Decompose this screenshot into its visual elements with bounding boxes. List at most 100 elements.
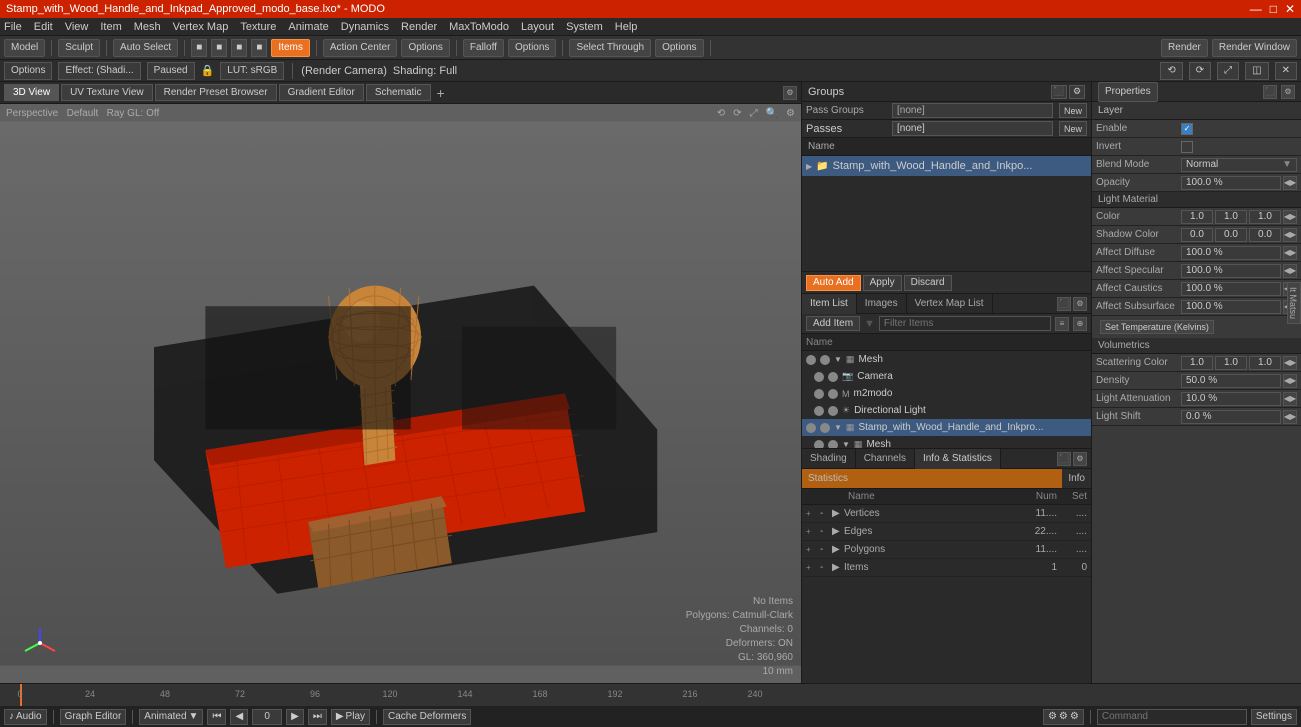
tab-images[interactable]: Images: [857, 294, 907, 314]
scene-filter-btn2[interactable]: ⊕: [1073, 317, 1087, 331]
density-adjust-btn[interactable]: ◀▶: [1283, 374, 1297, 388]
props-tab[interactable]: Properties: [1098, 82, 1158, 102]
tab-add-btn[interactable]: +: [433, 85, 449, 101]
menu-vertex-map[interactable]: Vertex Map: [173, 21, 229, 33]
blend-mode-dropdown[interactable]: Normal ▼: [1181, 158, 1297, 172]
options3-btn[interactable]: Options: [655, 39, 703, 57]
timeline-track[interactable]: 0 24 48 72 96 120 144 168 192 216 240: [0, 684, 1301, 706]
mode-model-btn[interactable]: Model: [4, 39, 45, 57]
shadow-g[interactable]: 0.0: [1215, 228, 1247, 242]
falloff-btn[interactable]: Falloff: [463, 39, 504, 57]
cache-deformers-btn[interactable]: Cache Deformers: [383, 709, 471, 725]
stats-expand-btn[interactable]: ⬛: [1057, 452, 1071, 466]
auto-select-btn[interactable]: Auto Select: [113, 39, 178, 57]
sub-icon5[interactable]: ✕: [1275, 62, 1297, 80]
filter-items-input[interactable]: [879, 316, 1051, 331]
transport-icon2[interactable]: ⚙: [1059, 711, 1068, 722]
invert-checkbox[interactable]: [1181, 141, 1193, 153]
scene-item-mesh2[interactable]: ▼ ▦ Mesh: [802, 436, 1091, 448]
specular-adjust-btn[interactable]: ◀▶: [1283, 264, 1297, 278]
passes-dropdown[interactable]: [none]: [892, 121, 1053, 136]
menu-dynamics[interactable]: Dynamics: [341, 21, 389, 33]
options1-btn[interactable]: Options: [401, 39, 449, 57]
options2-btn[interactable]: Options: [508, 39, 556, 57]
shadow-adjust-btn[interactable]: ◀▶: [1283, 228, 1297, 242]
close-btn[interactable]: ✕: [1285, 2, 1295, 16]
tab-channels[interactable]: Channels: [856, 449, 915, 469]
items-btn[interactable]: Items: [271, 39, 309, 57]
auto-add-btn[interactable]: Auto Add: [806, 275, 861, 291]
scene-item-mesh-group[interactable]: ▼ ▦ Mesh: [802, 351, 1091, 368]
vp-ctrl5[interactable]: ⚙: [786, 108, 795, 119]
opacity-field[interactable]: 100.0 %: [1181, 176, 1281, 190]
tab-shading[interactable]: Shading: [802, 449, 856, 469]
scene-item-stamp-group[interactable]: ▼ ▦ Stamp_with_Wood_Handle_and_Inkpro...: [802, 419, 1091, 436]
sub-icon2[interactable]: ⟳: [1189, 62, 1211, 80]
density-field[interactable]: 50.0 %: [1181, 374, 1281, 388]
scene-filter-btn1[interactable]: ≡: [1055, 317, 1069, 331]
tab-item-list[interactable]: Item List: [802, 294, 857, 314]
stats-expand-vertices[interactable]: +: [806, 509, 820, 518]
play-btn[interactable]: ▶ Play: [331, 709, 370, 725]
command-input[interactable]: [1097, 709, 1247, 725]
vp-ctrl3[interactable]: ⤢: [750, 108, 758, 119]
group-item-0[interactable]: ▶ 📁 Stamp_with_Wood_Handle_and_Inkpo...: [802, 156, 1091, 176]
pass-groups-new-btn[interactable]: New: [1059, 103, 1087, 118]
tab-schematic[interactable]: Schematic: [366, 84, 431, 101]
props-settings-btn[interactable]: ⚙: [1281, 85, 1295, 99]
vp-ctrl2[interactable]: ⟳: [733, 108, 741, 119]
animated-dropdown[interactable]: Animated ▼: [139, 709, 203, 725]
scattering-g[interactable]: 1.0: [1215, 356, 1247, 370]
set-temp-btn[interactable]: Set Temperature (Kelvins): [1100, 320, 1214, 334]
vert-tab[interactable]: It Matsu: [1287, 282, 1301, 324]
pass-groups-dropdown[interactable]: [none]: [892, 103, 1053, 118]
lut-dropdown[interactable]: LUT: sRGB: [220, 62, 284, 80]
sub-icon1[interactable]: ⟲: [1160, 62, 1182, 80]
next-keyframe-btn[interactable]: ⏭: [308, 709, 327, 725]
3d-viewport[interactable]: Perspective Default Ray GL: Off ⟲ ⟳ ⤢ 🔍 …: [0, 104, 801, 683]
scene-item-dir-light1[interactable]: ☀ Directional Light: [802, 402, 1091, 419]
menu-item[interactable]: Item: [100, 21, 121, 33]
menu-layout[interactable]: Layout: [521, 21, 554, 33]
render-window-btn[interactable]: Render Window: [1212, 39, 1297, 57]
menu-animate[interactable]: Animate: [288, 21, 328, 33]
tab-uv-texture[interactable]: UV Texture View: [61, 84, 153, 101]
add-item-btn[interactable]: Add Item: [806, 316, 860, 331]
light-atten-field[interactable]: 10.0 %: [1181, 392, 1281, 406]
toolbar-icon2[interactable]: ■: [211, 39, 227, 57]
stats-expand-edges[interactable]: +: [806, 527, 820, 536]
menu-mesh[interactable]: Mesh: [134, 21, 161, 33]
options-btn[interactable]: Options: [4, 62, 52, 80]
vp-settings-btn[interactable]: ⚙: [783, 86, 797, 100]
color-r[interactable]: 1.0: [1181, 210, 1213, 224]
settings-btn[interactable]: Settings: [1251, 709, 1297, 725]
scattering-r[interactable]: 1.0: [1181, 356, 1213, 370]
menu-view[interactable]: View: [65, 21, 89, 33]
color-b[interactable]: 1.0: [1249, 210, 1281, 224]
toolbar-icon4[interactable]: ■: [251, 39, 267, 57]
action-center-btn[interactable]: Action Center: [323, 39, 398, 57]
props-expand-btn[interactable]: ⬛: [1263, 85, 1277, 99]
discard-btn[interactable]: Discard: [904, 275, 952, 291]
maximize-btn[interactable]: □: [1270, 2, 1277, 16]
passes-new-btn[interactable]: New: [1059, 121, 1087, 136]
menu-maxtomodo[interactable]: MaxToModo: [449, 21, 509, 33]
tab-3d-view[interactable]: 3D View: [4, 84, 59, 101]
light-atten-adjust-btn[interactable]: ◀▶: [1283, 392, 1297, 406]
affect-subsurface-field[interactable]: 100.0 %: [1181, 300, 1281, 314]
render-btn[interactable]: Render: [1161, 39, 1208, 57]
select-through-btn[interactable]: Select Through: [569, 39, 651, 57]
paused-btn[interactable]: Paused: [147, 62, 195, 80]
tab-gradient-editor[interactable]: Gradient Editor: [279, 84, 364, 101]
apply-btn[interactable]: Apply: [863, 275, 902, 291]
shadow-b[interactable]: 0.0: [1249, 228, 1281, 242]
enable-checkbox[interactable]: [1181, 123, 1193, 135]
scene-expand-btn[interactable]: ⬛: [1057, 297, 1071, 311]
tab-info-statistics[interactable]: Info & Statistics: [915, 449, 1001, 469]
stats-expand-items[interactable]: +: [806, 563, 820, 572]
stats-expand-polygons[interactable]: +: [806, 545, 820, 554]
vp-ctrl4[interactable]: 🔍: [766, 108, 778, 119]
groups-expand-btn[interactable]: ⬛: [1051, 85, 1067, 99]
scene-item-m2modo[interactable]: M m2modo: [802, 385, 1091, 402]
scattering-b[interactable]: 1.0: [1249, 356, 1281, 370]
